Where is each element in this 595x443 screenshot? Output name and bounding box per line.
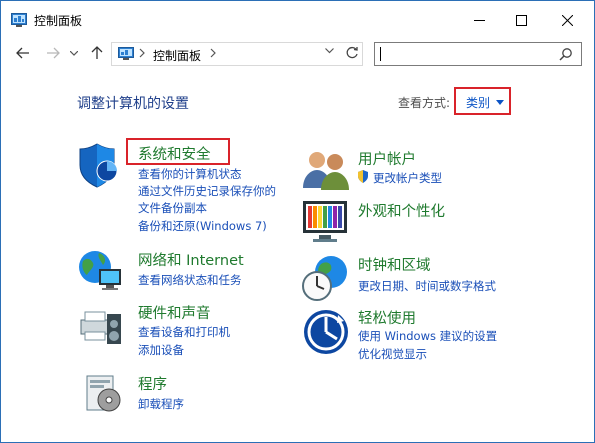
control-panel-window: 控制面板 控制面板 调整计算机的设置 查看方式: 类别 系统和安全 查看你的计算… bbox=[0, 0, 595, 443]
forward-button[interactable] bbox=[43, 43, 63, 63]
clock-globe-icon[interactable] bbox=[301, 254, 353, 304]
control-panel-icon bbox=[11, 13, 27, 27]
globe-network-icon[interactable] bbox=[77, 247, 125, 295]
refresh-icon[interactable] bbox=[344, 45, 360, 61]
category-title[interactable]: 轻松使用 bbox=[358, 307, 416, 328]
link-devices-printers[interactable]: 查看设备和打印机 bbox=[138, 324, 230, 340]
minimize-button[interactable] bbox=[456, 1, 502, 39]
link-uninstall-program[interactable]: 卸载程序 bbox=[138, 396, 184, 412]
maximize-icon bbox=[515, 14, 527, 26]
close-icon bbox=[561, 14, 573, 26]
caret-down-icon bbox=[496, 100, 504, 105]
arrow-up-icon bbox=[91, 46, 103, 59]
minimize-icon bbox=[473, 19, 485, 21]
link-windows-recommended-settings[interactable]: 使用 Windows 建议的设置 bbox=[358, 328, 497, 344]
chevron-right-icon[interactable] bbox=[210, 46, 216, 60]
uac-shield-icon bbox=[358, 170, 368, 183]
link-file-history[interactable]: 通过文件历史记录保存你的 bbox=[138, 183, 276, 199]
link-optimize-visual-display[interactable]: 优化视觉显示 bbox=[358, 346, 427, 362]
page-title: 调整计算机的设置 bbox=[77, 96, 189, 112]
close-button[interactable] bbox=[544, 1, 590, 39]
printer-speaker-icon[interactable] bbox=[77, 302, 125, 350]
link-view-computer-status[interactable]: 查看你的计算机状态 bbox=[138, 166, 242, 182]
users-icon[interactable] bbox=[301, 148, 351, 190]
maximize-button[interactable] bbox=[498, 1, 544, 39]
view-by-label: 查看方式: bbox=[398, 96, 451, 110]
link-change-account-type[interactable]: 更改帐户类型 bbox=[373, 170, 442, 186]
category-title[interactable]: 外观和个性化 bbox=[358, 200, 445, 221]
category-title[interactable]: 网络和 Internet bbox=[138, 249, 244, 270]
title-bar[interactable]: 控制面板 bbox=[1, 1, 594, 39]
category-title[interactable]: 用户帐户 bbox=[358, 148, 416, 169]
category-title[interactable]: 硬件和声音 bbox=[138, 302, 211, 323]
programs-icon[interactable] bbox=[85, 372, 125, 414]
chevron-down-icon[interactable] bbox=[325, 48, 334, 54]
control-panel-icon bbox=[118, 47, 134, 60]
chevron-right-icon[interactable] bbox=[139, 46, 145, 60]
category-title[interactable]: 时钟和区域 bbox=[358, 254, 431, 275]
search-icon[interactable] bbox=[559, 47, 573, 61]
window-title: 控制面板 bbox=[34, 14, 83, 28]
address-bar[interactable]: 控制面板 bbox=[111, 42, 363, 66]
link-file-backup-copies[interactable]: 文件备份副本 bbox=[138, 200, 207, 216]
monitor-palette-icon[interactable] bbox=[301, 197, 353, 247]
breadcrumb-control-panel[interactable]: 控制面板 bbox=[153, 47, 201, 64]
chevron-down-icon bbox=[70, 50, 78, 56]
link-backup-restore[interactable]: 备份和还原(Windows 7) bbox=[138, 218, 267, 234]
ease-of-access-icon[interactable] bbox=[301, 307, 351, 357]
arrow-left-icon bbox=[16, 47, 29, 59]
up-button[interactable] bbox=[87, 43, 107, 63]
text-caret bbox=[380, 47, 381, 61]
view-by-value: 类别 bbox=[466, 96, 491, 110]
navigation-bar: 控制面板 bbox=[1, 39, 594, 69]
arrow-right-icon bbox=[47, 47, 60, 59]
link-add-device[interactable]: 添加设备 bbox=[138, 342, 184, 358]
recent-locations-button[interactable] bbox=[67, 43, 81, 63]
shield-icon[interactable] bbox=[77, 141, 125, 189]
category-title[interactable]: 程序 bbox=[138, 373, 167, 394]
link-change-date-time-format[interactable]: 更改日期、时间或数字格式 bbox=[358, 278, 496, 294]
view-by-dropdown[interactable]: 类别 bbox=[454, 87, 511, 115]
control-panel-content: 调整计算机的设置 查看方式: 类别 系统和安全 查看你的计算机状态 通过文件历史… bbox=[1, 69, 594, 442]
back-button[interactable] bbox=[13, 43, 33, 63]
category-title[interactable]: 系统和安全 bbox=[138, 143, 211, 164]
search-input[interactable] bbox=[374, 42, 582, 66]
link-network-status[interactable]: 查看网络状态和任务 bbox=[138, 272, 242, 288]
